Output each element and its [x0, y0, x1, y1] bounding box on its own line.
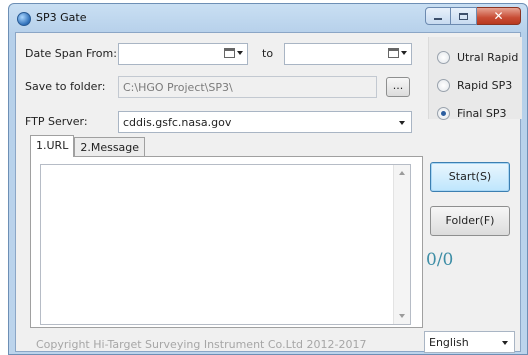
radio-rapid-sp3[interactable]: Rapid SP3	[437, 79, 512, 92]
copyright-text: Copyright Hi-Target Surveying Instrument…	[36, 338, 367, 351]
browse-folder-button[interactable]: ...	[386, 77, 410, 97]
radio-icon	[437, 79, 450, 92]
open-folder-button[interactable]: Folder(F)	[430, 206, 510, 236]
radio-label: Final SP3	[457, 107, 507, 120]
minimize-icon	[434, 17, 442, 20]
window-title: SP3 Gate	[36, 11, 87, 24]
scroll-down-icon[interactable]	[399, 314, 405, 318]
tab-strip: 1.URL 2.Message	[30, 135, 146, 157]
start-button[interactable]: Start(S)	[430, 162, 510, 192]
maximize-button[interactable]	[451, 7, 477, 25]
app-window: SP3 Gate ✕ Date Span From: to Save to fo…	[8, 3, 528, 355]
window-controls: ✕	[425, 7, 521, 25]
tab-message[interactable]: 2.Message	[74, 137, 146, 157]
main-panel: Date Span From: to Save to folder: C:\HG…	[15, 32, 522, 353]
ftp-server-select[interactable]: cddis.gsfc.nasa.gov	[118, 111, 412, 133]
title-bar[interactable]: SP3 Gate ✕	[9, 4, 527, 32]
tab-url[interactable]: 1.URL	[30, 135, 75, 157]
progress-counter: 0/0	[426, 250, 454, 270]
scroll-up-icon[interactable]	[399, 171, 405, 175]
save-folder-label: Save to folder:	[25, 80, 106, 93]
close-icon: ✕	[493, 9, 504, 23]
calendar-icon	[388, 48, 399, 58]
tab-panel-url	[30, 156, 423, 328]
ftp-server-label: FTP Server:	[25, 115, 88, 128]
vertical-scrollbar[interactable]	[393, 165, 410, 324]
chevron-down-icon	[502, 341, 508, 345]
app-icon	[17, 12, 31, 26]
minimize-button[interactable]	[425, 7, 451, 25]
to-label: to	[262, 47, 274, 60]
date-to-calendar-button[interactable]	[388, 48, 407, 58]
language-select[interactable]: English	[424, 331, 515, 353]
chevron-down-icon	[237, 51, 243, 55]
calendar-icon	[224, 48, 235, 58]
date-from-label: Date Span From:	[25, 47, 117, 60]
save-folder-field: C:\HGO Project\SP3\	[118, 76, 377, 98]
radio-final-sp3[interactable]: Final SP3	[437, 107, 506, 120]
close-button[interactable]: ✕	[477, 7, 521, 25]
radio-selected-icon	[437, 107, 450, 120]
url-list-textarea[interactable]	[40, 164, 411, 325]
date-from-calendar-button[interactable]	[224, 48, 243, 58]
date-to-picker[interactable]	[284, 43, 412, 65]
date-from-picker[interactable]	[118, 43, 248, 65]
radio-utral-rapid[interactable]: Utral Rapid	[437, 51, 518, 64]
chevron-down-icon	[401, 51, 407, 55]
radio-icon	[437, 51, 450, 64]
radio-label: Utral Rapid	[457, 51, 519, 64]
maximize-icon	[459, 12, 468, 20]
chevron-down-icon	[399, 121, 405, 125]
product-type-group: Utral Rapid Rapid SP3 Final SP3	[428, 37, 522, 120]
radio-label: Rapid SP3	[457, 79, 513, 92]
